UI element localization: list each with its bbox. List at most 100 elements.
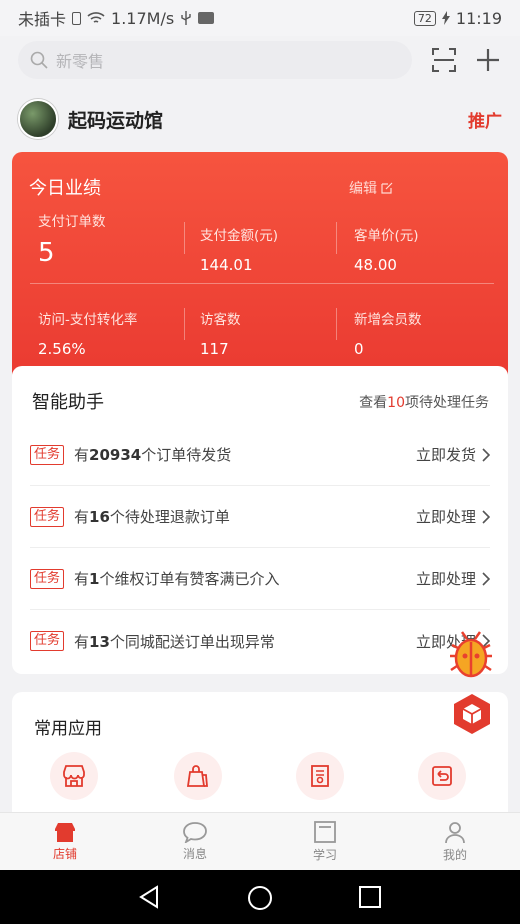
task-text: 有1个维权订单有赞客满已介入 [74, 568, 279, 589]
battery-icon: 72 [413, 10, 436, 26]
back-icon[interactable] [137, 885, 161, 909]
task-action-label: 立即处理 [415, 570, 476, 588]
metric-value: 48.00 [354, 256, 397, 274]
task-suffix: 个待处理退款订单 [109, 508, 230, 526]
process-now-button[interactable]: 立即处理 [416, 506, 490, 527]
task-tag: 任务 [30, 506, 65, 527]
task-tag: 任务 [30, 631, 65, 651]
promote-button[interactable]: 推广 [468, 107, 502, 132]
task-row[interactable]: 任务 有1个维权订单有赞客满已介入 立即处理 [30, 548, 490, 610]
app-goods[interactable] [174, 752, 222, 800]
assistant-card: 智能助手 查看10项待处理任务 任务 有20934个订单待发货 立即发货 任务 … [12, 366, 508, 674]
system-nav-bar [0, 870, 520, 924]
wifi-icon [87, 12, 105, 23]
shop-avatar[interactable] [18, 99, 58, 139]
task-suffix: 个同城配送订单出现异常 [109, 632, 275, 651]
link-prefix: 查看 [359, 395, 388, 411]
assistant-title: 智能助手 [32, 392, 104, 413]
nav-messages[interactable]: 消息 [130, 813, 260, 870]
task-text: 有16个待处理退款订单 [74, 506, 230, 527]
cube-icon[interactable] [451, 692, 493, 736]
common-apps-card: 常用应用 [12, 692, 508, 832]
performance-title: 今日业绩 [29, 178, 101, 199]
task-count: 16 [89, 508, 110, 526]
chevron-right-icon [482, 571, 490, 586]
shopping-bag-icon [186, 765, 208, 787]
task-prefix: 有 [74, 570, 90, 588]
task-count: 1 [89, 570, 100, 588]
metric-avg-price[interactable]: 客单价(元) 48.00 [354, 224, 419, 274]
search-icon [30, 51, 48, 69]
metric-value: 2.56% [38, 340, 86, 358]
scan-icon[interactable] [430, 46, 458, 74]
bug-icon[interactable] [448, 626, 494, 680]
task-row[interactable]: 任务 有20934个订单待发货 立即发货 [30, 424, 490, 486]
process-now-button[interactable]: 立即处理 [416, 568, 490, 589]
shop-header: 起码运动馆 推广 [18, 98, 502, 140]
link-suffix: 项待处理任务 [405, 395, 489, 411]
app-certificate[interactable] [296, 752, 344, 800]
metric-conversion[interactable]: 访问-支付转化率 2.56% [38, 308, 137, 358]
metric-label: 访问-支付转化率 [38, 312, 138, 328]
store-icon [63, 765, 85, 787]
task-text: 有13个同城配送订单出现异常 [74, 631, 275, 652]
divider [30, 283, 494, 284]
metric-label: 访客数 [200, 312, 241, 328]
metric-label: 客单价(元) [354, 228, 419, 244]
task-suffix: 个订单待发货 [141, 446, 232, 464]
usb-icon [181, 11, 191, 25]
metric-value: 144.01 [200, 256, 253, 274]
task-prefix: 有 [74, 446, 90, 464]
search-row: 新零售 [18, 40, 502, 80]
task-row[interactable]: 任务 有13个同城配送订单出现异常 立即处理 [30, 610, 490, 672]
metric-value: 117 [200, 340, 229, 358]
clock: 11:19 [455, 8, 502, 28]
metric-visitors[interactable]: 访客数 117 [200, 308, 241, 358]
search-input[interactable]: 新零售 [18, 41, 412, 79]
app-store[interactable] [50, 752, 98, 800]
home-icon[interactable] [247, 885, 273, 911]
task-prefix: 有 [74, 508, 90, 526]
nav-label: 店铺 [52, 847, 77, 861]
task-suffix: 个维权订单有赞客满已介入 [99, 570, 280, 588]
metric-label: 新增会员数 [354, 312, 422, 328]
app-returns[interactable] [418, 752, 466, 800]
common-apps-title: 常用应用 [34, 719, 102, 739]
task-action-label: 立即发货 [415, 446, 476, 464]
divider [336, 308, 337, 340]
task-count: 13 [89, 632, 110, 651]
task-row[interactable]: 任务 有16个待处理退款订单 立即处理 [30, 486, 490, 548]
edit-button[interactable]: 编辑 [349, 178, 393, 198]
return-icon [432, 766, 452, 786]
nav-label: 学习 [312, 848, 337, 862]
speed-text: 1.17M/s [111, 8, 175, 28]
view-pending-tasks-link[interactable]: 查看10项待处理任务 [359, 392, 489, 412]
add-icon[interactable] [474, 46, 502, 74]
metric-new-members[interactable]: 新增会员数 0 [354, 308, 422, 358]
task-prefix: 有 [74, 632, 90, 651]
bottom-nav: 店铺 消息 学习 我的 [0, 812, 520, 870]
recents-icon[interactable] [359, 886, 381, 908]
metric-label: 支付订单数 [38, 214, 106, 230]
chevron-right-icon [482, 447, 490, 462]
task-text: 有20934个订单待发货 [74, 444, 231, 465]
ship-now-button[interactable]: 立即发货 [416, 444, 490, 465]
task-tag: 任务 [30, 568, 65, 589]
nav-label: 消息 [182, 847, 207, 861]
metric-amount[interactable]: 支付金额(元) 144.01 [200, 224, 278, 274]
shop-name[interactable]: 起码运动馆 [68, 106, 163, 133]
store-icon [55, 823, 75, 842]
metric-value: 0 [354, 340, 364, 358]
nav-store[interactable]: 店铺 [0, 813, 130, 870]
task-count: 20934 [89, 446, 142, 464]
person-icon [445, 822, 465, 844]
nav-profile[interactable]: 我的 [390, 813, 520, 870]
edit-icon [381, 182, 393, 194]
metric-orders[interactable]: 支付订单数 5 [38, 210, 106, 268]
task-action-label: 立即处理 [415, 508, 476, 526]
notification-icon [198, 12, 215, 24]
divider [184, 308, 185, 340]
nav-learn[interactable]: 学习 [260, 813, 390, 870]
divider [184, 222, 185, 254]
carrier-text: 未插卡 [18, 10, 67, 29]
